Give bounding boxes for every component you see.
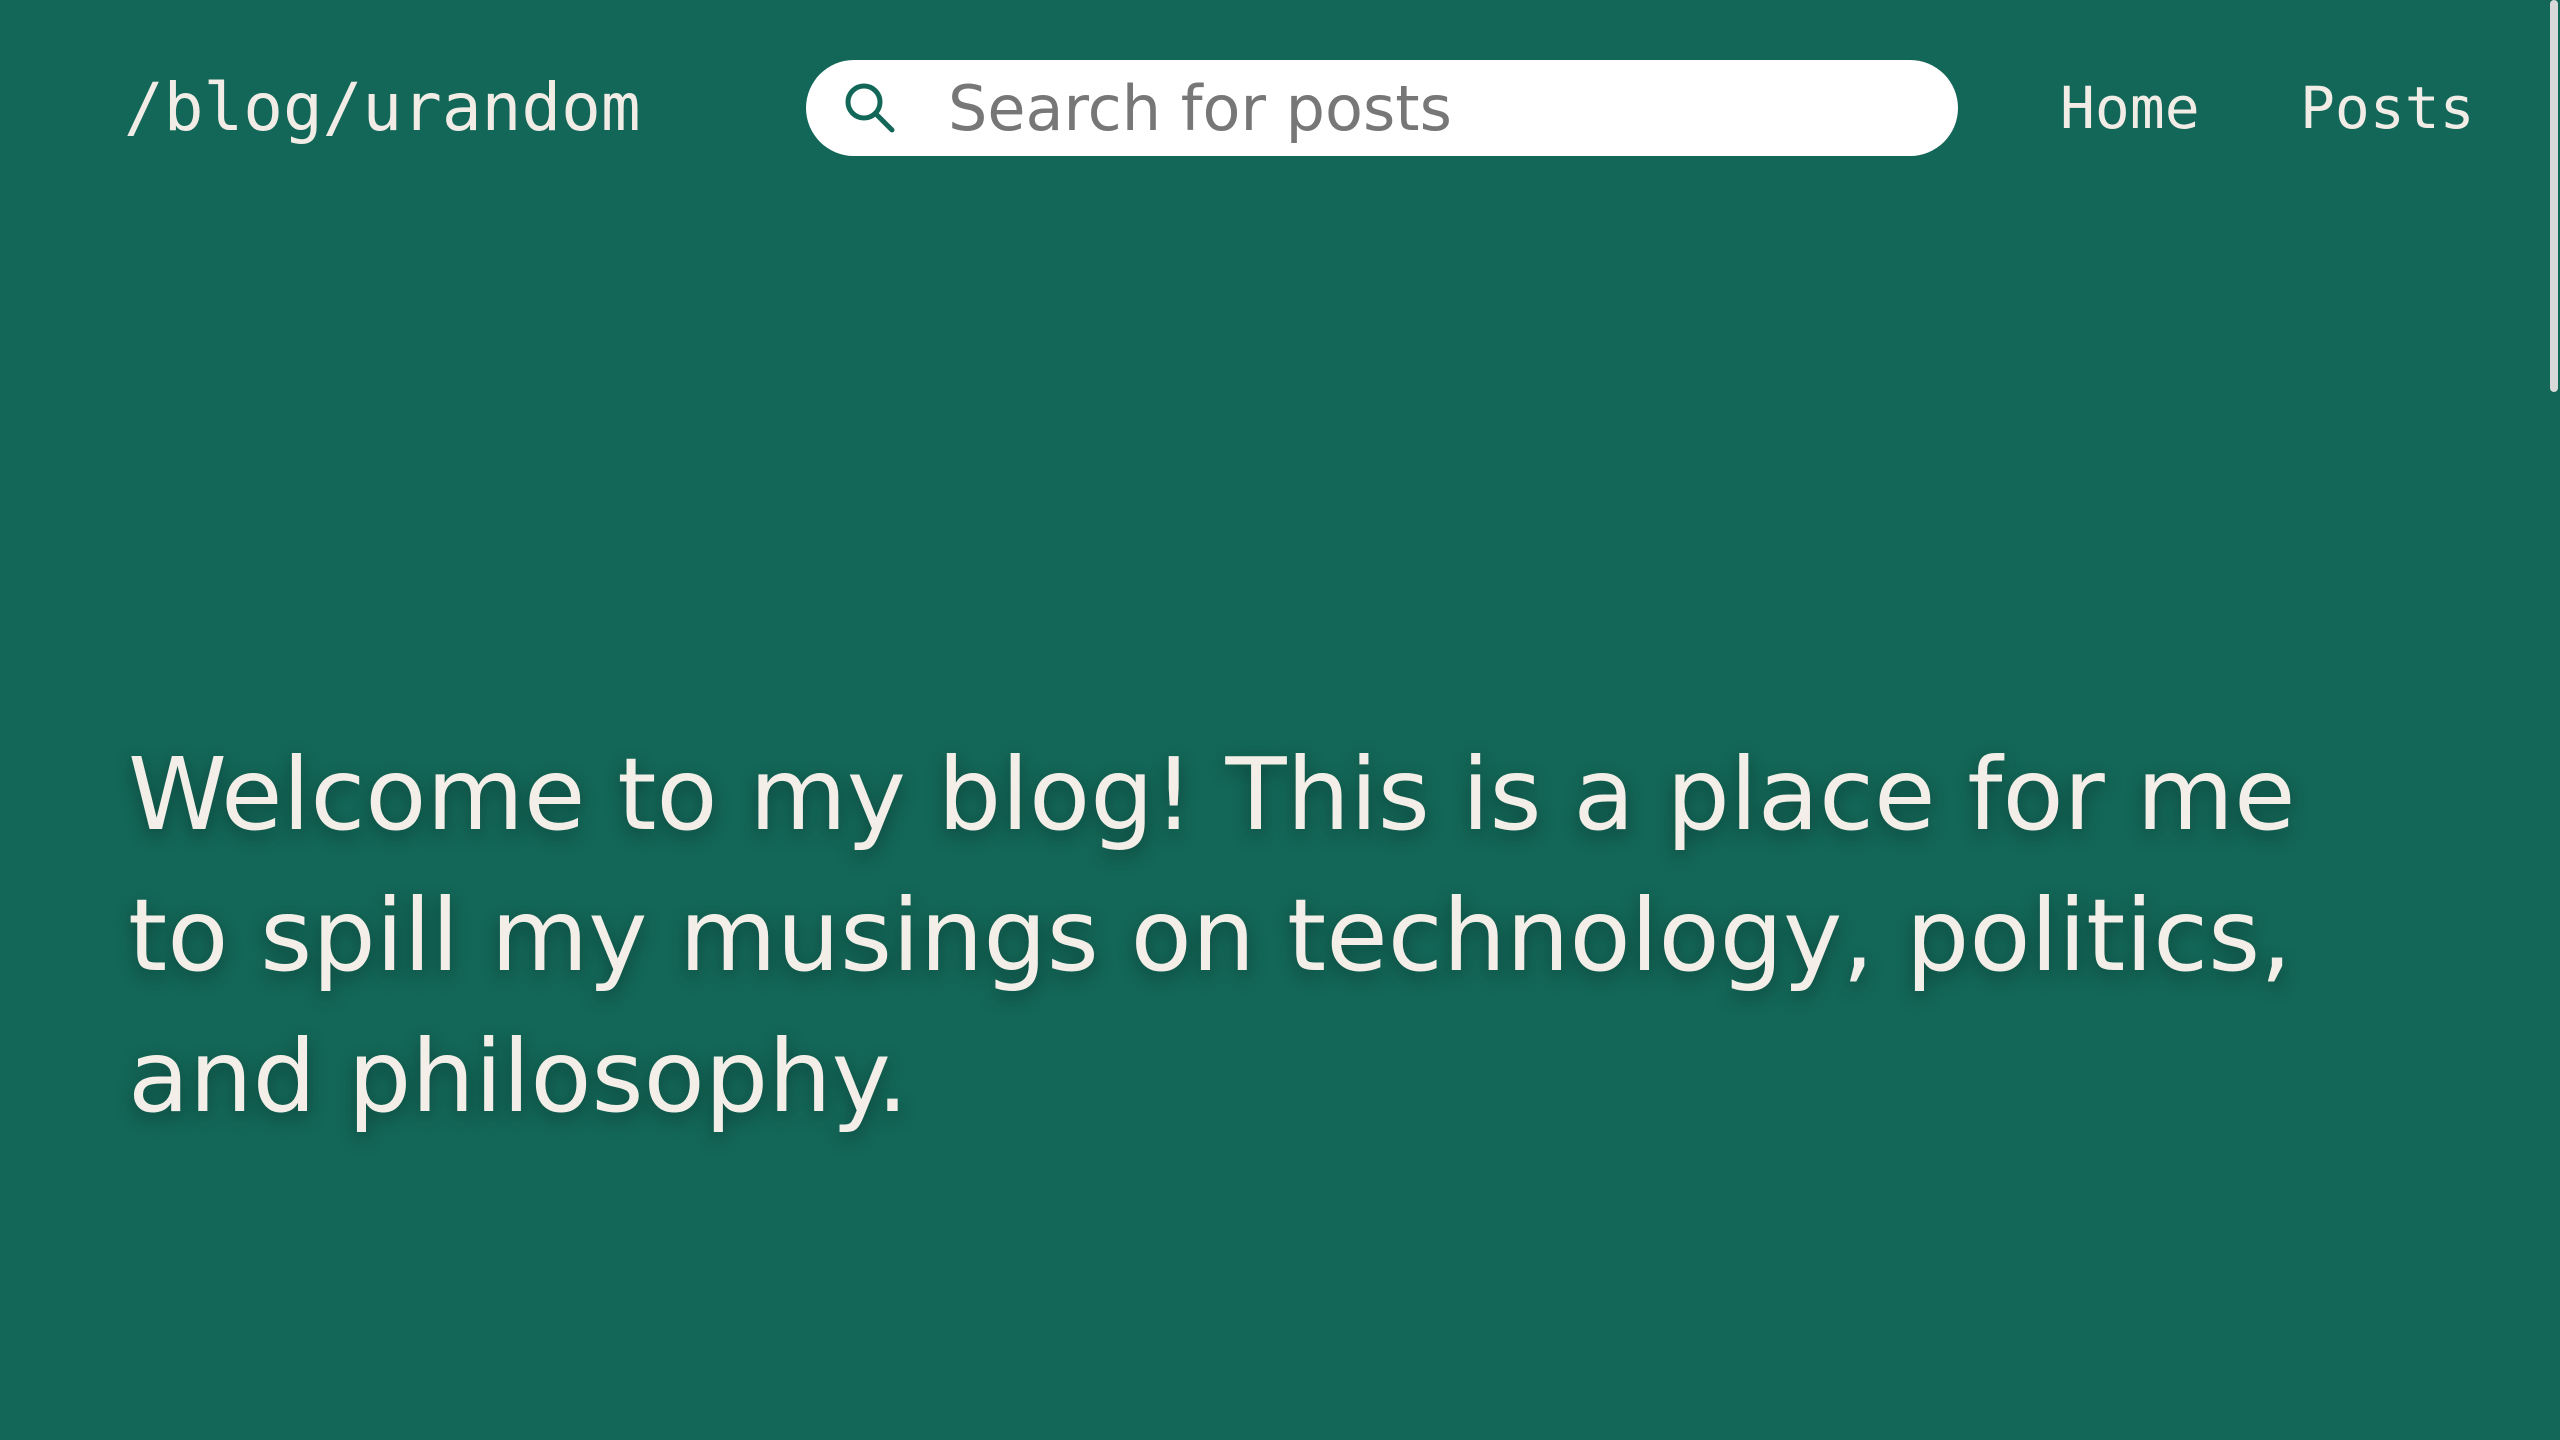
intro-text: Welcome to my blog! This is a place for … [128, 736, 2296, 1135]
nav-home-link[interactable]: Home [2060, 68, 2200, 148]
search-input[interactable] [948, 60, 1928, 156]
nav-posts-link[interactable]: Posts [2300, 68, 2475, 148]
search-icon [842, 80, 898, 136]
site-title-link[interactable]: /blog/urandom [124, 68, 641, 148]
site-header: /blog/urandom Home Posts [0, 0, 2560, 220]
search-box[interactable] [806, 60, 1958, 156]
scrollbar-thumb[interactable] [2550, 0, 2558, 392]
vertical-scrollbar[interactable] [2548, 0, 2560, 1440]
